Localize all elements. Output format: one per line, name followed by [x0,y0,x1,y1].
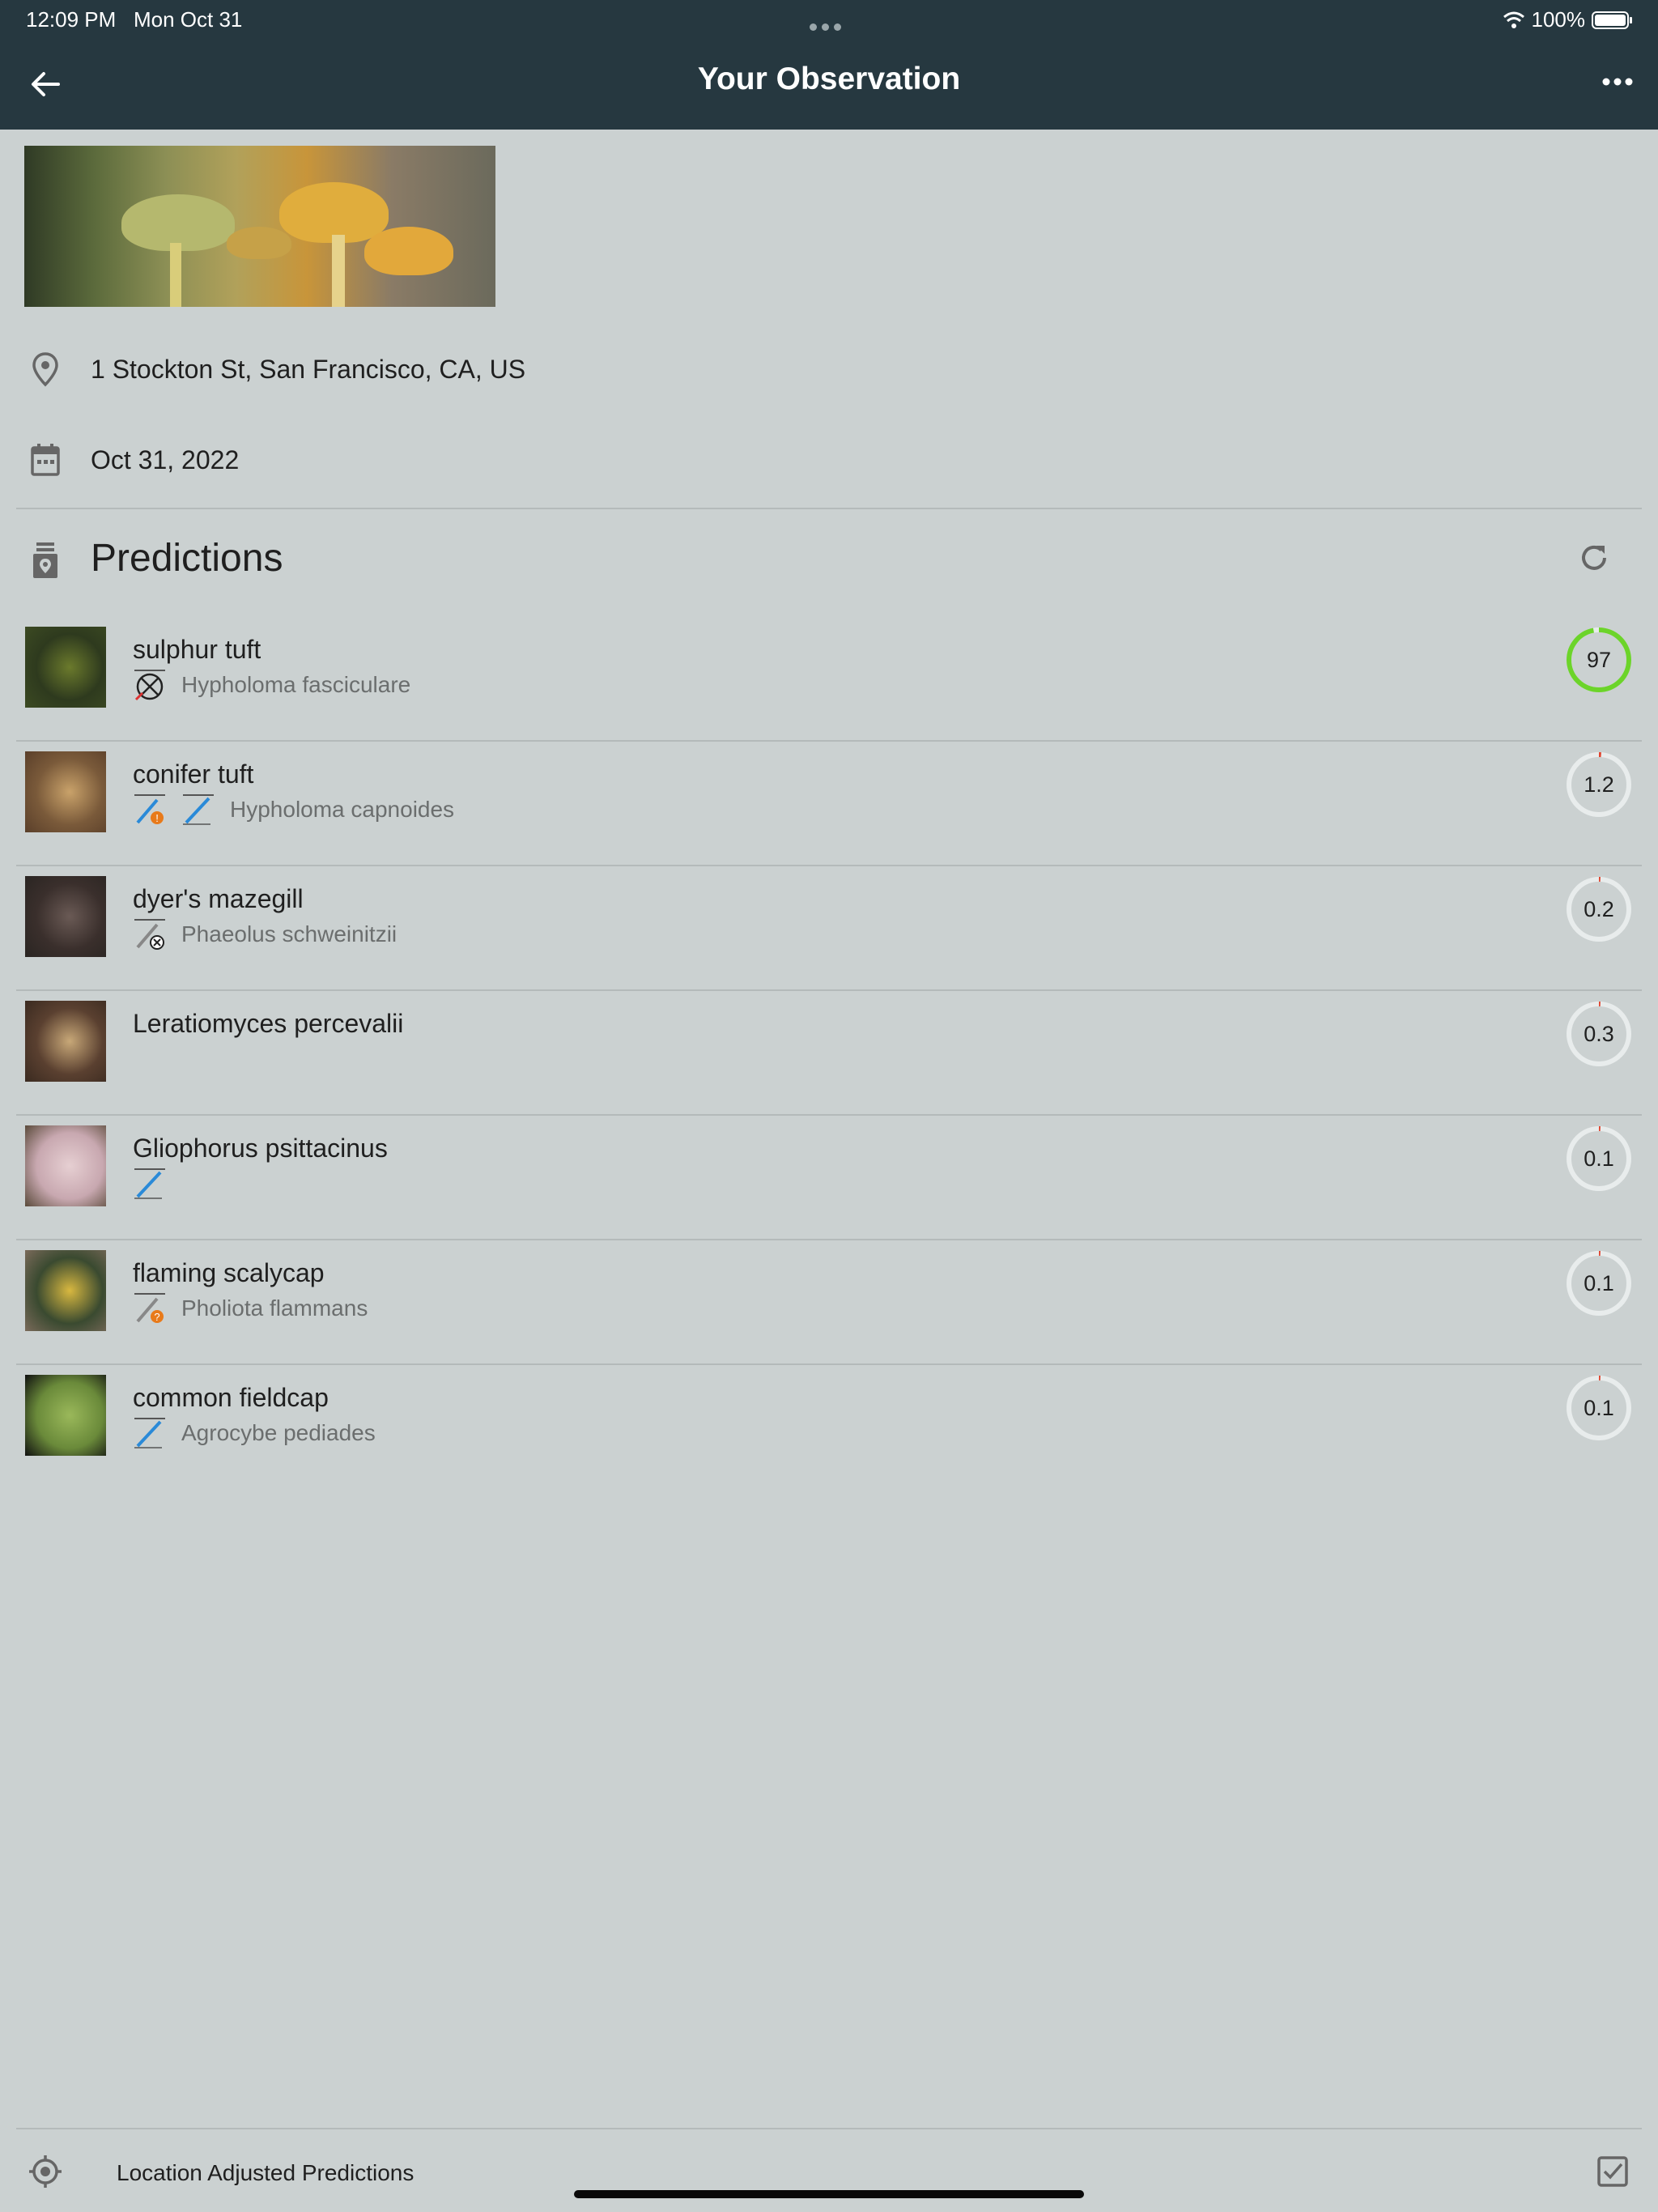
confidence-score: 0.1 [1566,1125,1632,1192]
prediction-row[interactable]: common fieldcap Agrocybe pediades 0.1 [0,1365,1658,1490]
species-subline [133,1168,181,1200]
svg-text:?: ? [154,1311,159,1323]
species-scientific-name: Hypholoma fasciculare [181,672,411,697]
confidence-score: 0.3 [1566,1001,1632,1067]
edible-icon [183,794,214,825]
species-common-name: dyer's mazegill [133,884,304,913]
species-subline: Phaeolus schweinitzii [133,918,397,951]
score-value: 1.2 [1584,772,1614,797]
prediction-row[interactable]: flaming scalycap? Pholiota flammans 0.1 [0,1240,1658,1365]
svg-text:!: ! [155,812,159,824]
home-indicator[interactable] [574,2190,1084,2198]
confidence-score: 1.2 [1566,751,1632,818]
score-value: 0.1 [1584,1271,1614,1295]
species-common-name: conifer tuft [133,759,254,789]
refresh-icon[interactable] [1577,541,1611,575]
prediction-row[interactable]: Gliophorus psittacinus 0.1 [0,1116,1658,1240]
location-target-icon [29,2155,62,2188]
poison-icon [134,670,165,701]
specimen-jar-icon [33,542,57,578]
prediction-row[interactable]: dyer's mazegill Phaeolus schweinitzii 0.2 [0,866,1658,991]
observation-photo[interactable] [24,146,495,307]
edible-icon [134,1168,165,1199]
calendar-icon [31,444,60,476]
prediction-row[interactable]: conifer tuft! Hypholoma capnoides 1.2 [0,742,1658,866]
prediction-row[interactable]: Leratiomyces percevalii 0.3 [0,991,1658,1116]
confidence-score: 0.1 [1566,1375,1632,1441]
score-value: 0.1 [1584,1396,1614,1420]
confidence-score: 97 [1566,627,1632,693]
species-thumbnail[interactable] [25,1250,106,1331]
species-thumbnail[interactable] [25,1375,106,1456]
footer: Location Adjusted Predictions [0,2129,1658,2212]
status-bar: 12:09 PM Mon Oct 31 100% [0,0,1658,39]
status-right: 100% [1503,7,1635,32]
location-row[interactable]: 1 Stockton St, San Francisco, CA, US [0,337,1658,402]
battery-icon [1592,11,1632,29]
page-title: Your Observation [697,62,961,96]
species-common-name: flaming scalycap [133,1258,325,1287]
species-subline: ? Pholiota flammans [133,1292,368,1325]
wifi-icon [1503,11,1524,28]
species-subline: ! Hypholoma capnoides [133,793,454,826]
prediction-row[interactable]: sulphur tuft Hypholoma fasciculare 97 [0,617,1658,742]
species-scientific-name: Pholiota flammans [181,1295,368,1321]
inedible-icon [134,919,165,950]
app-bar: Your Observation [0,39,1658,130]
species-common-name: Leratiomyces percevalii [133,1009,404,1038]
species-thumbnail[interactable] [25,1001,106,1082]
location-text: 1 Stockton St, San Francisco, CA, US [91,355,526,384]
species-thumbnail[interactable] [25,751,106,832]
more-horizontal-icon[interactable] [1600,70,1635,94]
predictions-title: Predictions [91,537,283,580]
species-scientific-name: Hypholoma capnoides [230,797,455,822]
confidence-score: 0.1 [1566,1250,1632,1317]
species-common-name: Gliophorus psittacinus [133,1134,388,1163]
divider [16,508,1642,509]
location-pin-icon [32,352,58,387]
status-time: 12:09 PM Mon Oct 31 [26,7,243,32]
score-value: 0.3 [1584,1022,1614,1046]
edible-icon [134,1418,165,1448]
unknown-icon: ? [134,1293,165,1323]
species-common-name: sulphur tuft [133,635,261,664]
species-thumbnail[interactable] [25,876,106,957]
species-thumbnail[interactable] [25,627,106,708]
checkbox-checked-icon[interactable] [1596,2155,1629,2188]
score-value: 0.1 [1584,1146,1614,1171]
edible-caution-icon: ! [134,794,165,824]
location-adjusted-label: Location Adjusted Predictions [117,2160,414,2185]
species-scientific-name: Phaeolus schweinitzii [181,921,397,946]
score-value: 97 [1586,648,1612,672]
species-common-name: common fieldcap [133,1383,329,1412]
confidence-score: 0.2 [1566,876,1632,942]
score-value: 0.2 [1584,897,1614,921]
species-subline: Hypholoma fasciculare [133,669,410,701]
battery-percent: 100% [1531,7,1586,32]
species-scientific-name: Agrocybe pediades [181,1420,376,1445]
species-subline: Agrocybe pediades [133,1417,376,1449]
date-text: Oct 31, 2022 [91,445,240,474]
species-thumbnail[interactable] [25,1125,106,1206]
multitasking-dots-icon[interactable] [810,11,846,36]
date-row[interactable]: Oct 31, 2022 [0,428,1658,492]
